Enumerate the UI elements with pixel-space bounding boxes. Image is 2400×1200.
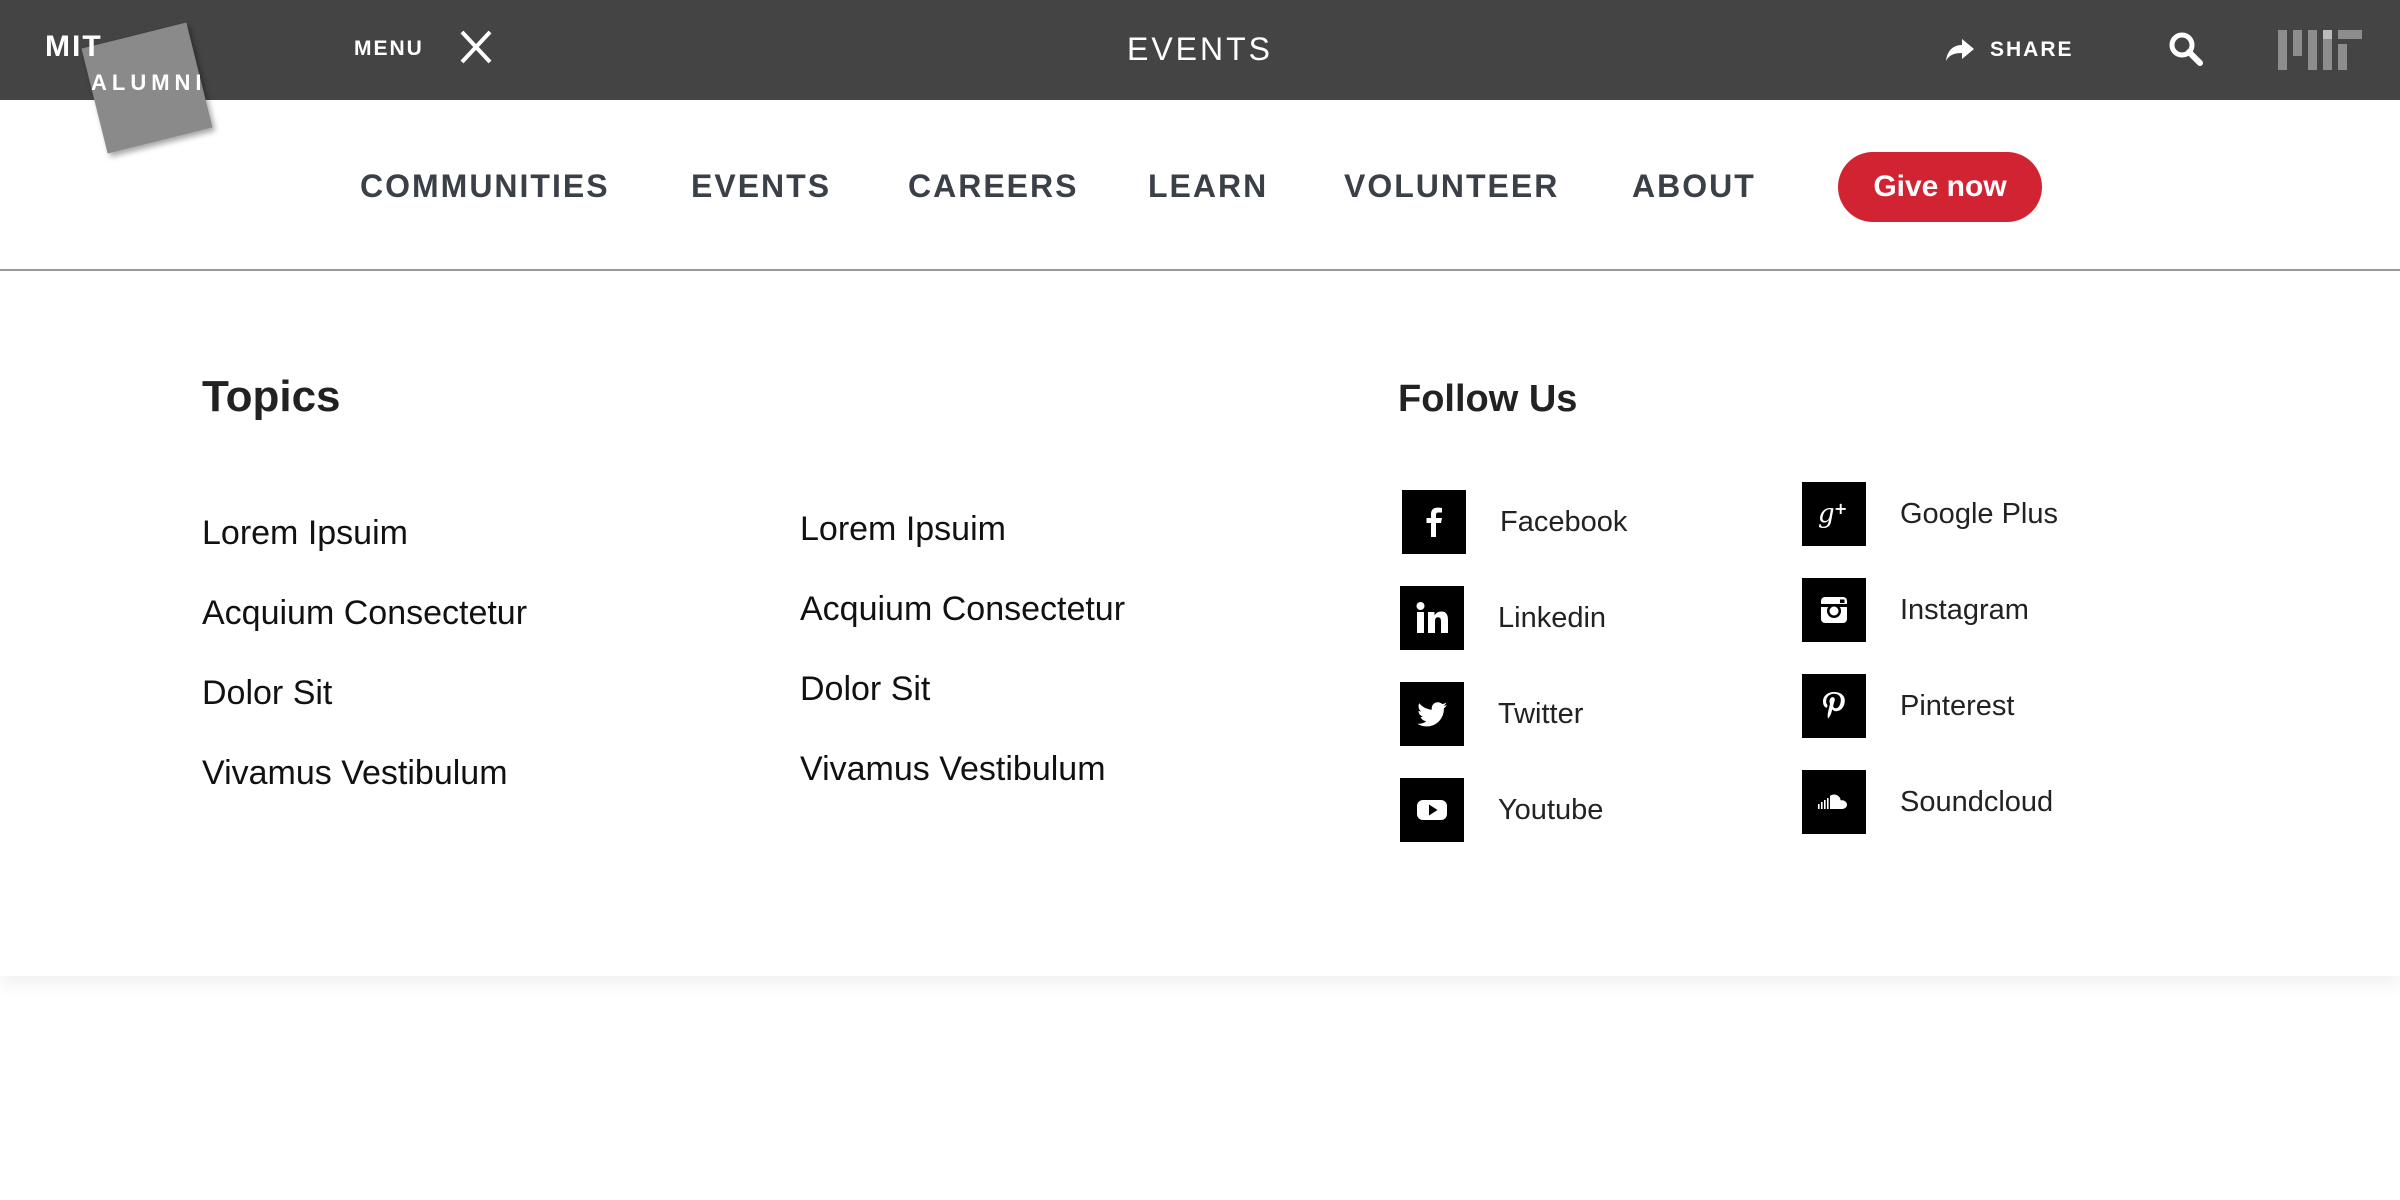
social-label: Soundcloud <box>1900 785 2054 818</box>
social-link-instagram[interactable]: Instagram <box>1802 578 2029 642</box>
menu-dropdown-panel: Topics Lorem Ipsuim Acquium Consectetur … <box>0 272 2400 976</box>
logo-text-mit: MIT <box>45 30 103 63</box>
nav-item-about[interactable]: ABOUT <box>1632 168 1756 205</box>
close-icon[interactable] <box>456 28 496 68</box>
nav-item-communities[interactable]: COMMUNITIES <box>360 168 610 205</box>
logo-text-alumni: ALUMNI <box>91 70 207 95</box>
search-icon[interactable] <box>2166 30 2206 70</box>
topic-link[interactable]: Lorem Ipsuim <box>800 510 1006 549</box>
social-link-twitter[interactable]: Twitter <box>1400 682 1583 746</box>
topic-link[interactable]: Vivamus Vestibulum <box>202 754 508 793</box>
mit-alumni-logo[interactable]: MIT ALUMNI <box>45 22 225 154</box>
social-label: Google Plus <box>1900 497 2058 530</box>
top-bar: MIT ALUMNI MENU EVENTS SHARE <box>0 0 2400 154</box>
instagram-icon <box>1802 578 1866 642</box>
mit-logo-icon[interactable] <box>2278 28 2362 72</box>
social-label: Youtube <box>1498 793 1604 826</box>
social-link-youtube[interactable]: Youtube <box>1400 778 1603 842</box>
nav-item-events[interactable]: EVENTS <box>691 168 831 205</box>
topic-link[interactable]: Acquium Consectetur <box>202 594 527 633</box>
share-arrow-icon <box>1946 39 1974 61</box>
social-label: Facebook <box>1500 505 1628 538</box>
topic-link[interactable]: Dolor Sit <box>800 670 930 709</box>
main-nav: COMMUNITIES EVENTS CAREERS LEARN VOLUNTE… <box>0 100 2400 271</box>
share-label: SHARE <box>1990 38 2074 61</box>
topic-link[interactable]: Vivamus Vestibulum <box>800 750 1106 789</box>
social-label: Pinterest <box>1900 689 2015 722</box>
follow-us-heading: Follow Us <box>1398 378 1578 420</box>
google-plus-icon: g + <box>1802 482 1866 546</box>
social-link-facebook[interactable]: Facebook <box>1402 490 1627 554</box>
svg-text:+: + <box>1834 499 1847 518</box>
pinterest-icon <box>1802 674 1866 738</box>
topic-link[interactable]: Acquium Consectetur <box>800 590 1125 629</box>
share-button[interactable]: SHARE <box>1944 30 2074 70</box>
topic-link[interactable]: Lorem Ipsuim <box>202 514 408 553</box>
give-now-button[interactable]: Give now <box>1838 152 2042 222</box>
nav-item-learn[interactable]: LEARN <box>1148 168 1268 205</box>
social-link-google-plus[interactable]: g + Google Plus <box>1802 482 2058 546</box>
soundcloud-icon <box>1802 770 1866 834</box>
twitter-icon <box>1400 682 1464 746</box>
social-link-pinterest[interactable]: Pinterest <box>1802 674 2014 738</box>
nav-item-careers[interactable]: CAREERS <box>908 168 1078 205</box>
social-link-linkedin[interactable]: Linkedin <box>1400 586 1606 650</box>
svg-text:g: g <box>1818 499 1835 529</box>
topic-link[interactable]: Dolor Sit <box>202 674 332 713</box>
topics-heading: Topics <box>202 372 341 421</box>
social-label: Twitter <box>1498 697 1584 730</box>
facebook-icon <box>1402 490 1466 554</box>
menu-label[interactable]: MENU <box>354 37 424 61</box>
nav-item-volunteer[interactable]: VOLUNTEER <box>1344 168 1559 205</box>
youtube-icon <box>1400 778 1464 842</box>
social-label: Instagram <box>1900 593 2029 626</box>
linkedin-icon <box>1400 586 1464 650</box>
social-label: Linkedin <box>1498 601 1607 634</box>
social-link-soundcloud[interactable]: Soundcloud <box>1802 770 2053 834</box>
